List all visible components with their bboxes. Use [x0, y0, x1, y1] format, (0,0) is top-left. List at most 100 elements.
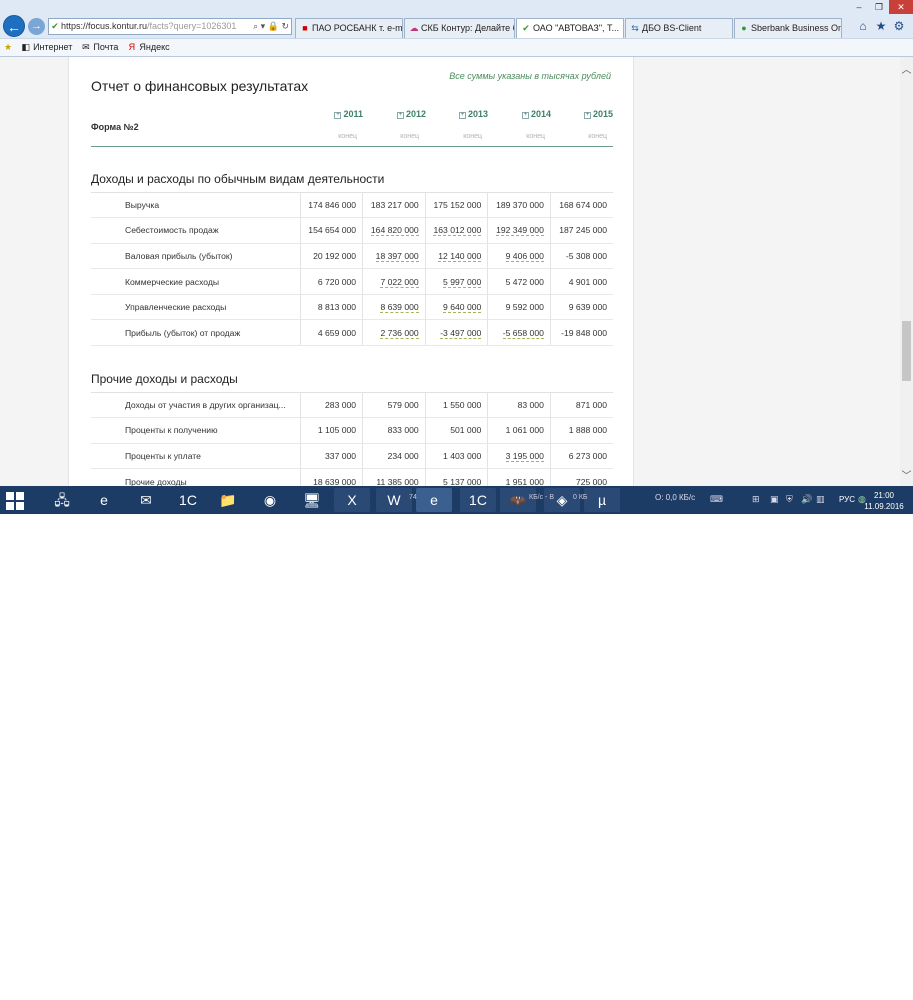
value-cell: 168 674 000	[549, 192, 613, 219]
taskbar-chrome-icon[interactable]: ◉	[252, 488, 288, 512]
value-link[interactable]: 9 406 000	[505, 250, 544, 262]
tray-shield-icon[interactable]: ⛨	[786, 494, 793, 505]
scroll-thumb[interactable]	[902, 321, 911, 381]
start-button[interactable]	[6, 492, 24, 510]
value-cell: 9 639 000	[549, 294, 613, 321]
taskbar-1c-icon[interactable]: 1С	[170, 488, 206, 512]
value-cell: 11 385 000	[362, 468, 426, 486]
search-icon[interactable]: ⌕	[253, 21, 258, 31]
value-link[interactable]: 18 397 000	[375, 250, 419, 262]
value-cell: 579 000	[362, 392, 426, 419]
favorite-internet[interactable]: ◧ Интернет	[20, 39, 72, 56]
value-cell: 833 000	[362, 417, 426, 444]
value-text: 725 000	[575, 476, 607, 486]
check-icon: ✔	[522, 23, 530, 33]
clock-date: 11.09.2016	[864, 502, 904, 511]
favorites-add-icon[interactable]: ★	[4, 39, 12, 56]
currency-note: Все суммы указаны в тысячах рублей	[449, 71, 611, 81]
cloud-icon: ☁	[409, 23, 419, 33]
value-link[interactable]: 8 639 000	[380, 302, 419, 314]
tab-sberbank[interactable]: ● Sberbank Business Onli...	[734, 18, 842, 38]
row-label: Проценты к уплате	[91, 443, 300, 470]
favorite-yandex[interactable]: Я Яндекс	[126, 39, 170, 56]
back-button[interactable]: ←	[3, 15, 25, 37]
row-label: Выручка	[91, 192, 300, 219]
value-link[interactable]: 12 140 000	[438, 250, 482, 262]
network-icon[interactable]: ▥	[816, 494, 825, 505]
address-bar[interactable]: ✔ https://focus.kontur.ru/facts?query=102…	[48, 18, 292, 35]
taskbar-utorrent-icon[interactable]: µ	[584, 488, 620, 512]
row-label: Прочие доходы	[125, 476, 187, 486]
forward-arrow-icon: →	[31, 20, 42, 32]
browser-toolbar-right: ⌂ ★ ⚙	[853, 18, 907, 34]
value-link[interactable]: 192 349 000	[496, 225, 544, 237]
year-toggle-2013[interactable]: +2013	[438, 109, 488, 119]
value-cell: -19 848 000	[549, 319, 613, 347]
value-link[interactable]: 5 997 000	[443, 276, 482, 288]
value-link[interactable]: -3 497 000	[440, 327, 482, 339]
close-window-button[interactable]: ✕	[889, 0, 913, 14]
year-toggle-2014[interactable]: +2014	[501, 109, 551, 119]
taskbar-word-icon[interactable]: W	[376, 488, 412, 512]
address-actions: ⌕ ▾ 🔒 ↻	[253, 19, 289, 34]
scroll-up-icon[interactable]: ︿	[900, 61, 913, 76]
table-row: Валовая прибыль (убыток) 20 192 000 18 397…	[91, 243, 613, 270]
tab-kontur[interactable]: ☁ СКБ Контур: Делайте б...	[404, 18, 515, 38]
table-row: Прочие доходы 18 639 000 11 385 000 5 137 0…	[91, 468, 613, 486]
row-label: Себестоимость продаж	[91, 217, 300, 244]
tab-bs-client[interactable]: ⇆ ДБО BS-Client	[625, 18, 733, 38]
value-link[interactable]: 9 640 000	[443, 302, 482, 314]
dropdown-icon[interactable]: ▾	[261, 21, 266, 31]
clock-time: 21:00	[873, 491, 895, 500]
value-link[interactable]: -5 658 000	[502, 327, 544, 339]
value-text: 6 720 000	[317, 276, 357, 287]
year-toggle-2011[interactable]: +2011	[313, 109, 363, 119]
year-toggle-2015[interactable]: +2015	[563, 109, 613, 119]
tab-avtovaz[interactable]: ✔ОАО "АВТОВАЗ", Т...✕	[516, 18, 624, 38]
windows-logo-icon	[16, 492, 24, 500]
taskbar-remote-icon[interactable]: 🖥	[294, 488, 330, 512]
maximize-button[interactable]: ❐	[869, 0, 889, 14]
taskbar-excel-icon[interactable]: X	[334, 488, 370, 512]
keyboard-icon[interactable]: ⌨	[710, 494, 723, 505]
scroll-down-icon[interactable]: ﹀	[900, 467, 913, 482]
forward-button[interactable]: →	[28, 18, 45, 35]
expand-plus-icon: +	[396, 112, 404, 119]
year-label: 2015	[592, 109, 613, 119]
system-clock[interactable]: 21:00 11.09.2016	[864, 490, 904, 512]
favorite-label: Интернет	[33, 42, 73, 52]
value-cell: 1 951 000	[487, 468, 551, 486]
windows-flag-icon[interactable]: ⊞	[752, 494, 760, 505]
settings-gear-icon[interactable]: ⚙	[891, 18, 907, 34]
minimize-button[interactable]: –	[849, 0, 869, 14]
taskbar-1c-2-icon[interactable]: 1С	[460, 488, 496, 512]
volume-icon[interactable]: 🔊	[801, 494, 812, 505]
value-cell: -5 308 000	[549, 243, 613, 270]
url-host: https://focus.kontur.ru	[61, 21, 148, 31]
vertical-scrollbar[interactable]: ︿ ﹀	[900, 57, 913, 486]
refresh-icon[interactable]: ↻	[281, 21, 289, 31]
period-label: конец	[338, 133, 357, 140]
value-link[interactable]: 163 012 000	[433, 225, 482, 237]
value-link[interactable]: 2 736 000	[380, 327, 419, 339]
row-label: Коммерческие расходы	[91, 268, 300, 295]
favorite-mail[interactable]: ✉ Почта	[80, 39, 118, 56]
home-icon[interactable]: ⌂	[855, 18, 871, 34]
year-toggle-2012[interactable]: +2012	[376, 109, 426, 119]
favorites-star-icon[interactable]: ★	[873, 18, 889, 34]
back-arrow-icon: ←	[7, 19, 21, 35]
taskbar-explorer-icon[interactable]: 📁	[210, 488, 246, 512]
tray-app-icon[interactable]: ▣	[770, 494, 779, 505]
value-cell: 175 152 000	[424, 192, 488, 219]
taskbar-ie-icon[interactable]: e	[86, 488, 122, 512]
value-link[interactable]: 3 195 000	[505, 450, 544, 462]
value-link[interactable]: 164 820 000	[370, 225, 419, 237]
period-label: конец	[588, 133, 607, 140]
value-link[interactable]: 7 022 000	[380, 276, 419, 288]
taskbar-network-app-icon[interactable]: 🖧	[44, 488, 80, 512]
tab-rosbank[interactable]: ■ ПАО РОСБАНК т. e-ma...	[295, 18, 403, 38]
lock-icon[interactable]: 🔒	[268, 21, 279, 31]
taskbar-ie-active-icon[interactable]: e	[416, 488, 452, 512]
taskbar-bank-app-icon[interactable]: ✉	[128, 488, 164, 512]
language-indicator[interactable]: РУС	[839, 495, 855, 504]
